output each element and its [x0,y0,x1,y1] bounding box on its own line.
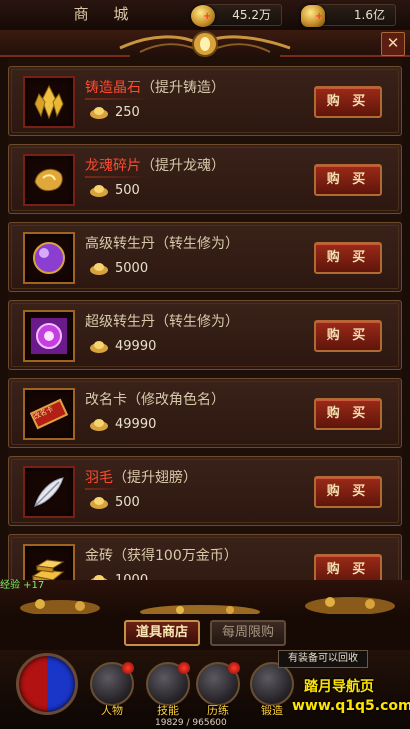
item-name: 改名卡（修改角色名） [85,392,225,408]
advanced-rebirth-pill-icon [23,232,75,284]
buy-button[interactable]: 购 买 [314,86,382,118]
shop-tabs: 道具商店 每周限购 [0,614,410,650]
item-name: 超级转生丹（转生修为） [85,314,239,330]
forging-crystal-icon [23,76,75,128]
hp-readout: 19829 / 965600 [155,718,227,728]
item-price: 250 [115,105,140,120]
add-icon[interactable]: + [315,12,323,22]
add-icon[interactable]: + [203,12,211,22]
name-underline [85,176,149,178]
ingot-icon [90,497,108,509]
buy-button[interactable]: 购 买 [314,476,382,508]
ingot-icon [90,263,108,275]
top-bar: 商 城 + 45.2万 + 1.6亿 [0,0,410,31]
item-name: 高级转生丹（转生修为） [85,236,239,252]
name-underline [85,98,149,100]
notification-dot [122,662,134,674]
item-price: 500 [115,183,140,198]
shop-item-advanced-rebirth-pill: 高级转生丹（转生修为） 5000 购 买 [8,222,402,292]
dragon-soul-fragment-icon [23,154,75,206]
rename-card-icon: 改名卡 [23,388,75,440]
hp-mp-orb [16,653,78,715]
close-button[interactable]: ✕ [381,32,405,56]
ingot-icon [90,341,108,353]
shop-item-super-rebirth-pill: 超级转生丹（转生修为） 49990 购 买 [8,300,402,370]
item-price: 49990 [115,339,157,354]
buy-button[interactable]: 购 买 [314,398,382,430]
yuanbao-amount: 45.2万 [232,8,271,22]
recycle-tooltip[interactable]: 有装备可以回收 [278,650,368,668]
ingot-icon [90,419,108,431]
watermark-title: 踏月导航页 [304,679,374,695]
gold-balance[interactable]: + 1.6亿 [301,4,396,27]
nav-label-character: 人物 [101,704,123,717]
buy-button[interactable]: 购 买 [314,242,382,274]
notification-dot [178,662,190,674]
forge-icon [250,662,294,706]
item-price: 49990 [115,417,157,432]
watermark-url: www.q1q5.com [292,698,410,714]
nav-label-training: 历练 [207,704,229,717]
ingot-icon [90,107,108,119]
yuanbao-balance[interactable]: + 45.2万 [191,4,282,27]
item-name: 龙魂碎片（提升龙魂） [85,158,225,174]
buy-button[interactable]: 购 买 [314,320,382,352]
feather-icon [23,466,75,518]
shop-item-dragon-soul-fragment: 龙魂碎片（提升龙魂） 500 购 买 [8,144,402,214]
shop-item-rename-card: 改名卡 改名卡（修改角色名） 49990 购 买 [8,378,402,448]
buy-button[interactable]: 购 买 [314,164,382,196]
notification-dot [228,662,240,674]
item-name: 金砖（获得100万金币） [85,548,238,564]
ingot-icon [90,185,108,197]
shop-item-forging-crystal: 铸造晶石（提升铸造） 250 购 买 [8,66,402,136]
gold-amount: 1.6亿 [353,8,385,22]
item-price: 5000 [115,261,149,276]
shop-item-list[interactable]: 铸造晶石（提升铸造） 250 购 买 龙魂碎片（提升龙魂） 500 购 买 高级… [8,58,402,604]
tab-item-shop[interactable]: 道具商店 [124,620,200,646]
item-name: 羽毛（提升翅膀） [85,470,197,486]
dragon-ornament [0,30,410,58]
nav-forge-button[interactable] [250,662,294,706]
tab-weekly-limited[interactable]: 每周限购 [210,620,286,646]
nav-label-forge: 锻造 [261,704,283,717]
shop-item-feather: 羽毛（提升翅膀） 500 购 买 [8,456,402,526]
item-name: 铸造晶石（提升铸造） [85,80,225,96]
page-title: 商 城 [73,5,139,23]
exp-gain-text: 经验 +17 [0,580,45,591]
name-underline [85,488,121,490]
item-price: 500 [115,495,140,510]
nav-label-skills: 技能 [157,704,179,717]
super-rebirth-pill-icon [23,310,75,362]
